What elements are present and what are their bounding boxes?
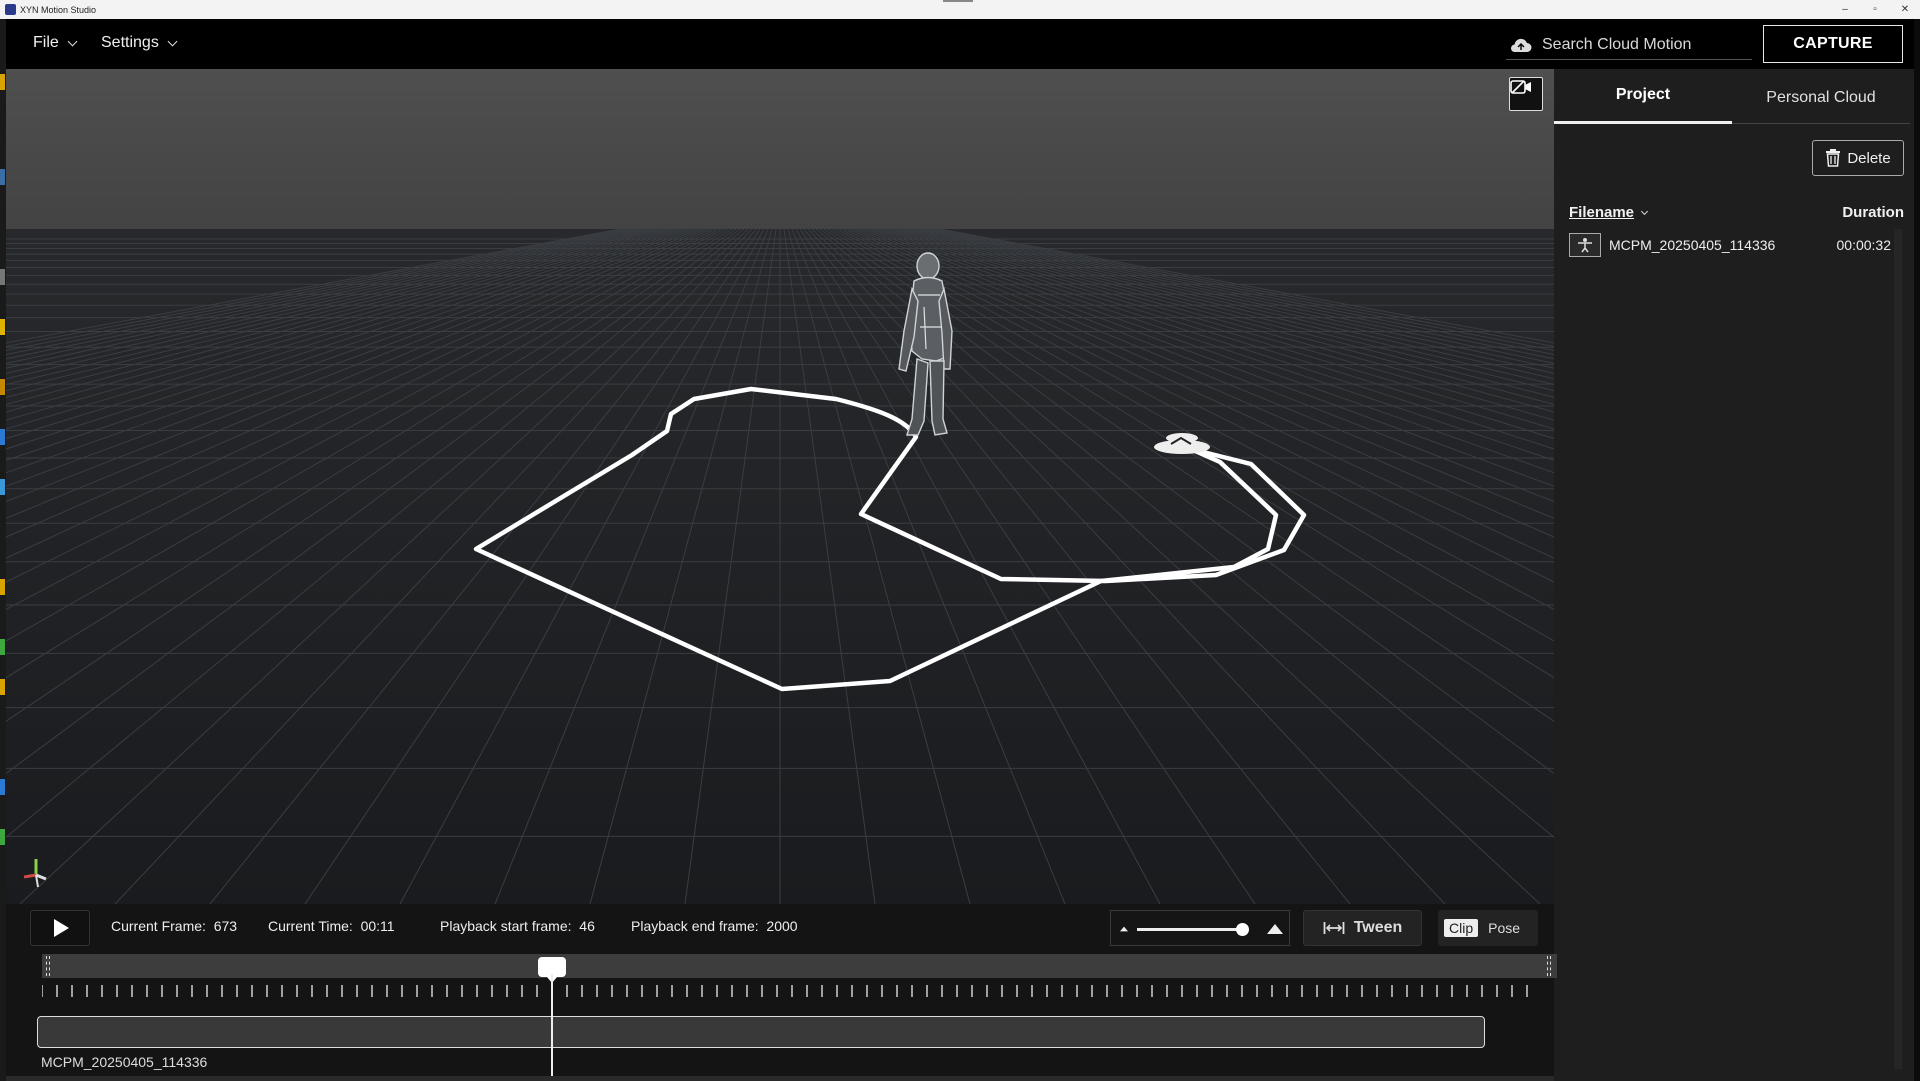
timeline-zoom [1110, 910, 1290, 946]
window-title: XYN Motion Studio [20, 4, 97, 15]
tween-label: Tween [1353, 919, 1403, 936]
play-button[interactable] [30, 910, 90, 946]
timeline-ticks [42, 985, 1528, 997]
minimize-button[interactable]: – [1830, 0, 1860, 19]
panel-tabs: Project Personal Cloud [1554, 69, 1914, 124]
file-menu[interactable]: File [33, 34, 78, 52]
current-frame-label: Current Frame: [111, 918, 206, 934]
play-icon [54, 919, 69, 937]
timeline-area: Current Frame: 673 Current Time: 00:11 P… [6, 904, 1557, 1081]
playback-end-label: Playback end frame: [631, 918, 759, 934]
filename-header-label: Filename [1569, 204, 1635, 221]
current-time-readout: Current Time: 00:11 [268, 918, 395, 934]
file-list-item[interactable]: MCPM_20250405_114336 00:00:32 [1569, 232, 1891, 258]
camera-button[interactable] [1509, 77, 1543, 111]
playback-start-value[interactable]: 46 [579, 918, 595, 934]
chevron-down-icon [1640, 207, 1649, 215]
playback-start-handle[interactable] [46, 956, 50, 976]
settings-menu-label: Settings [101, 34, 159, 51]
delete-label: Delete [1847, 149, 1891, 167]
viewport-3d[interactable] [6, 69, 1554, 904]
figure-icon [1569, 233, 1601, 257]
clip-pose-toggle: Clip Pose [1438, 910, 1538, 946]
file-name: MCPM_20250405_114336 [1609, 237, 1776, 253]
tween-icon [1323, 922, 1345, 934]
os-titlebar: XYN Motion Studio – ▫ ✕ [0, 0, 1920, 19]
timeline-track[interactable] [42, 954, 1557, 978]
playback-end-value[interactable]: 2000 [766, 918, 797, 934]
filename-column-header[interactable]: Filename [1569, 204, 1649, 221]
clip-bar[interactable] [37, 1016, 1485, 1048]
pose-mode-button[interactable]: Pose [1488, 920, 1520, 936]
capture-button[interactable]: CAPTURE [1763, 25, 1903, 63]
zoom-slider-track[interactable] [1137, 928, 1247, 931]
tween-button[interactable]: Tween [1303, 910, 1422, 946]
app-logo-icon [5, 4, 16, 15]
search-input[interactable] [1542, 35, 1742, 54]
duration-column-header[interactable]: Duration [1842, 204, 1904, 221]
timeline-scrollbar[interactable] [6, 1076, 1554, 1081]
tab-personal-cloud[interactable]: Personal Cloud [1732, 69, 1910, 124]
delete-button[interactable]: Delete [1812, 140, 1904, 176]
chevron-down-icon [167, 36, 178, 46]
playback-start-label: Playback start frame: [440, 918, 572, 934]
playback-end-handle[interactable] [1547, 956, 1551, 976]
maximize-button[interactable]: ▫ [1860, 0, 1890, 19]
file-duration: 00:00:32 [1836, 237, 1892, 253]
window-controls: – ▫ ✕ [1830, 0, 1920, 19]
cloud-search [1506, 30, 1752, 60]
playback-end-readout: Playback end frame: 2000 [631, 918, 798, 934]
zoom-out-icon[interactable] [1120, 926, 1128, 932]
zoom-in-icon[interactable] [1267, 924, 1283, 934]
playhead-line [550, 974, 553, 1081]
cloud-icon [1508, 37, 1532, 53]
camera-icon [1510, 80, 1531, 94]
current-frame-readout: Current Frame: 673 [111, 918, 237, 934]
sky [6, 69, 1554, 229]
current-time-value: 00:11 [360, 918, 395, 934]
project-panel: Project Personal Cloud Delete Filename D… [1554, 69, 1914, 1081]
tab-project[interactable]: Project [1554, 69, 1732, 124]
trash-icon [1826, 149, 1841, 167]
scene-canvas [6, 69, 1554, 904]
current-frame-value: 673 [213, 918, 238, 934]
close-button[interactable]: ✕ [1890, 0, 1920, 19]
clip-mode-button[interactable]: Clip [1444, 919, 1479, 937]
window-grip[interactable] [943, 0, 973, 2]
clip-name: MCPM_20250405_114336 [41, 1054, 208, 1070]
zoom-slider-knob[interactable] [1235, 923, 1249, 936]
chevron-down-icon [67, 36, 78, 46]
app-menubar: File Settings CAPTURE [6, 19, 1914, 69]
playback-start-readout: Playback start frame: 46 [440, 918, 595, 934]
current-time-label: Current Time: [268, 918, 353, 934]
panel-scrollbar[interactable] [1894, 229, 1902, 1069]
settings-menu[interactable]: Settings [101, 34, 178, 52]
file-menu-label: File [33, 34, 59, 51]
